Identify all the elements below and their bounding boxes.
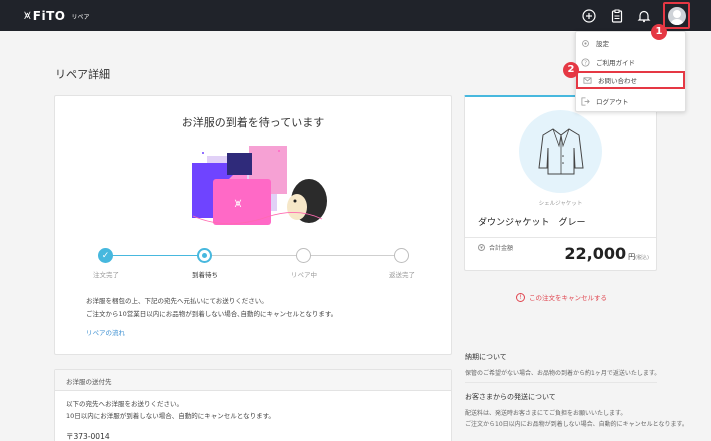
menu-item-logout[interactable]: ログアウト xyxy=(576,92,685,110)
address-line-2: 10日以内にお洋服が到着しない場合、自動的にキャンセルとなります。 xyxy=(66,412,275,420)
step-dot-returned xyxy=(394,248,409,263)
step-label: リペア中 xyxy=(291,271,317,279)
menu-item-label: お問い合わせ xyxy=(598,77,637,85)
step-line-1 xyxy=(107,255,207,256)
svg-text:⩙: ⩙ xyxy=(235,196,242,210)
product-category: シェルジャケット xyxy=(538,201,583,207)
brand-mark-icon: ⩙ xyxy=(24,8,31,22)
step-dot-waiting xyxy=(197,248,212,263)
tax-note: (税込) xyxy=(635,255,649,261)
price-row: 22,000 円 (税込) xyxy=(564,244,649,263)
cancel-order-label: この注文をキャンセルする xyxy=(529,294,607,302)
menu-item-label: 設定 xyxy=(596,40,609,48)
annotation-badge-1: 1 xyxy=(651,24,667,40)
logo[interactable]: ⩙ FiTO リペア xyxy=(24,8,90,23)
product-card: シェルジャケット ダウンジャケット グレー ¥ 合計金額 22,000 円 (税… xyxy=(464,95,657,271)
step-label: 返送完了 xyxy=(389,271,415,279)
top-bar: ⩙ FiTO リペア xyxy=(0,0,711,31)
menu-item-label: ログアウト xyxy=(596,98,629,106)
gear-icon xyxy=(582,39,589,47)
page-title: リペア詳細 xyxy=(55,68,110,81)
repair-flow-link[interactable]: リペアの流れ xyxy=(86,327,125,337)
annotation-badge-2: 2 xyxy=(563,62,579,78)
product-name: ダウンジャケット グレー xyxy=(478,218,586,228)
bell-icon[interactable] xyxy=(637,9,651,23)
shipping-heading: お客さまからの発送について xyxy=(465,393,556,401)
help-icon: ? xyxy=(581,57,590,66)
menu-item-guide[interactable]: ? ご利用ガイド xyxy=(576,53,685,71)
shipping-text-2: ご注文から10日以内にお品物が到着しない場合、自動的にキャンセルとなります。 xyxy=(465,421,688,428)
total-label: 合計金額 xyxy=(489,245,514,252)
price-unit: 円 xyxy=(628,253,636,261)
clipboard-icon[interactable] xyxy=(610,9,624,23)
address-line-1: 以下の宛先へお洋服をお送りください。 xyxy=(66,400,183,408)
step-dot-ordered: ✓ xyxy=(98,248,113,263)
jacket-icon xyxy=(538,128,584,175)
warning-icon: ! xyxy=(516,292,525,302)
section-label: リペア xyxy=(71,14,90,21)
price: 22,000 xyxy=(564,244,627,263)
avatar-highlight[interactable] xyxy=(663,2,690,29)
user-avatar-icon[interactable] xyxy=(668,7,686,25)
step-label: 到着待ち xyxy=(192,271,218,279)
account-dropdown: 設定 ? ご利用ガイド お問い合わせ ログアウト xyxy=(575,31,686,112)
postal-code: 〒373-0014 xyxy=(66,432,110,441)
waiting-illustration: ⩙ xyxy=(192,146,327,225)
menu-item-contact[interactable]: お問い合わせ xyxy=(576,71,685,89)
step-label: 注文完了 xyxy=(93,271,119,279)
divider xyxy=(465,237,656,238)
instruction-line-1: お洋服を梱包の上、下記の宛先へ元払いにてお送りください。 xyxy=(86,297,268,305)
shipping-text-1: 配送料は、発送時お客さまにてご負担をお願いいたします。 xyxy=(465,410,627,417)
status-card: お洋服の到着を待っています ⩙ ✓ 注文完了 到着待ち リペア中 返送完了 お洋… xyxy=(54,95,452,355)
mail-icon xyxy=(583,76,592,84)
address-card: お洋服の送付先 以下の宛先へお洋服をお送りください。 10日以内にお洋服が到着し… xyxy=(54,369,452,441)
cancel-order-link[interactable]: ! この注文をキャンセルする xyxy=(516,292,607,302)
divider xyxy=(465,382,657,383)
delivery-text: 保管のご希望がない場合、お品物の到着から約1ヶ月で返送いたします。 xyxy=(465,370,661,377)
product-thumbnail xyxy=(519,110,602,193)
brand-name: FiTO xyxy=(32,8,66,23)
delivery-heading: 納期について xyxy=(465,353,507,361)
address-card-heading: お洋服の送付先 xyxy=(55,370,451,391)
total-label-row: ¥ 合計金額 xyxy=(478,243,513,252)
menu-item-settings[interactable]: 設定 xyxy=(576,34,685,52)
step-dot-repairing xyxy=(296,248,311,263)
svg-text:?: ? xyxy=(584,60,587,66)
yen-icon: ¥ xyxy=(478,244,485,251)
plus-circle-icon[interactable] xyxy=(582,9,596,23)
menu-item-label: ご利用ガイド xyxy=(596,59,635,67)
instruction-line-2: ご注文から10営業日以内にお品物が到着しない場合､自動的にキャンセルとなります。 xyxy=(86,310,338,318)
logout-icon xyxy=(581,96,590,106)
status-title: お洋服の到着を待っています xyxy=(181,116,325,129)
